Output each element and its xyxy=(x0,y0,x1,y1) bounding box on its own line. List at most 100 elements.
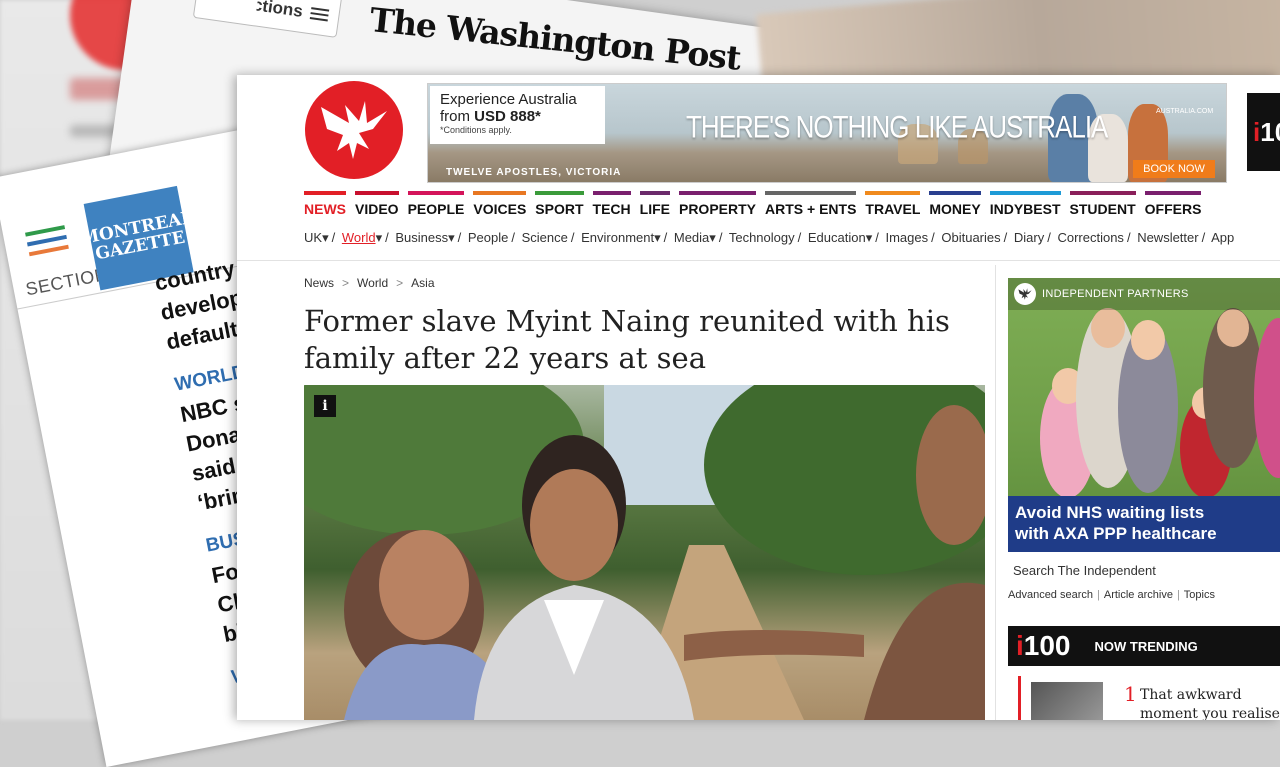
i100-trending-header: i100 NOW TRENDING xyxy=(1008,626,1280,666)
subnav-item-app[interactable]: App xyxy=(1211,230,1234,245)
breadcrumb: News > World > Asia xyxy=(304,276,435,290)
search-input[interactable]: Search The Independent xyxy=(1008,561,1280,583)
subnav-item-business[interactable]: Business xyxy=(395,230,448,245)
ad-offer-price: USD 888* xyxy=(474,108,541,125)
nav-item-money[interactable]: MONEY xyxy=(929,191,981,217)
breadcrumb-asia[interactable]: Asia xyxy=(411,276,434,290)
subnav-separator: / xyxy=(570,230,575,245)
subnav-separator: / xyxy=(1201,230,1206,245)
subnav-separator: / xyxy=(331,230,336,245)
hamburger-icon xyxy=(309,4,330,24)
nav-item-offers[interactable]: OFFERS xyxy=(1144,191,1202,217)
nav-item-student[interactable]: STUDENT xyxy=(1069,191,1136,217)
subnav-item-newsletter[interactable]: Newsletter xyxy=(1137,230,1198,245)
nav-item-tech[interactable]: TECH xyxy=(592,191,631,217)
nav-item-sport[interactable]: SPORT xyxy=(535,191,584,217)
trending-title: That awkward moment you realise Donald T… xyxy=(1140,687,1280,720)
sidebar-divider xyxy=(995,265,996,720)
nav-item-arts-ents[interactable]: ARTS + ENTS xyxy=(765,191,857,217)
i100-badge[interactable]: i100 xyxy=(1247,93,1280,171)
breadcrumb-world[interactable]: World xyxy=(357,276,388,290)
link-separator: | xyxy=(1097,589,1100,601)
ad-offer-box: Experience Australia from USD 888* *Cond… xyxy=(430,86,605,144)
subnav-item-people[interactable]: People xyxy=(468,230,508,245)
subnav-item-images[interactable]: Images xyxy=(885,230,928,245)
eagle-icon xyxy=(321,101,387,159)
breadcrumb-separator: > xyxy=(342,276,350,290)
subnav-item-technology[interactable]: Technology xyxy=(729,230,795,245)
nav-item-indybest[interactable]: INDYBEST xyxy=(989,191,1061,217)
nav-item-travel[interactable]: TRAVEL xyxy=(865,191,921,217)
nav-divider xyxy=(237,260,1280,261)
subnav-separator: / xyxy=(1003,230,1008,245)
subnav-item-education[interactable]: Education xyxy=(808,230,866,245)
wapo-sections-label: Sections xyxy=(231,0,305,21)
partners-header: INDEPENDENT PARTNERS xyxy=(1008,278,1280,310)
i100-badge-number: 100 xyxy=(1260,116,1280,147)
independent-eagle-logo[interactable] xyxy=(305,81,403,179)
subnav-separator: / xyxy=(457,230,462,245)
i100-logo-number: 100 xyxy=(1023,630,1071,661)
now-trending-label: NOW TRENDING xyxy=(1094,638,1198,654)
article-headline: Former slave Myint Naing reunited with h… xyxy=(304,304,950,375)
ad-offer-line2: from USD 888* xyxy=(440,108,595,125)
breadcrumb-separator: > xyxy=(396,276,404,290)
nav-item-video[interactable]: VIDEO xyxy=(355,191,399,217)
sections-menu-icon[interactable] xyxy=(25,225,70,262)
sub-nav: UK▾ / World▾ / Business▾ / People / Science /… xyxy=(304,230,1234,246)
subnav-item-science[interactable]: Science xyxy=(522,230,568,245)
chevron-down-icon[interactable]: ▾ xyxy=(322,230,329,245)
i100-logo-i: i xyxy=(1016,630,1024,661)
chevron-down-icon[interactable]: ▾ xyxy=(448,230,455,245)
nav-item-people[interactable]: PEOPLE xyxy=(407,191,465,217)
chevron-down-icon[interactable]: ▾ xyxy=(376,230,383,245)
partners-cta[interactable]: Avoid NHS waiting lists with AXA PPP hea… xyxy=(1008,496,1280,552)
article-archive-link[interactable]: Article archive xyxy=(1104,589,1173,601)
image-info-icon[interactable]: i xyxy=(314,395,336,417)
topics-link[interactable]: Topics xyxy=(1184,589,1215,601)
subnav-item-media[interactable]: Media xyxy=(674,230,709,245)
subnav-separator: / xyxy=(511,230,515,245)
independent-partners-ad[interactable]: INDEPENDENT PARTNERS Avoid NHS waiting l… xyxy=(1008,278,1280,552)
subnav-separator: / xyxy=(875,230,879,245)
hero-photo-illustration xyxy=(304,385,985,720)
ad-slogan: THERE'S NOTHING LIKE AUSTRALIA xyxy=(686,108,1108,145)
breadcrumb-news[interactable]: News xyxy=(304,276,334,290)
australia-ad-banner[interactable]: Experience Australia from USD 888* *Cond… xyxy=(427,83,1227,183)
subnav-item-world[interactable]: World xyxy=(342,230,376,245)
subnav-item-diary[interactable]: Diary xyxy=(1014,230,1044,245)
ad-offer-line1: Experience Australia xyxy=(440,91,577,108)
search-links: Advanced search | Article archive | Topics xyxy=(1008,589,1215,601)
subnav-separator: / xyxy=(797,230,802,245)
trending-rank: 1 xyxy=(1124,682,1137,706)
i100-badge-i: i xyxy=(1253,116,1261,147)
nav-item-property[interactable]: PROPERTY xyxy=(678,191,756,217)
ad-offer-from: from xyxy=(440,108,475,125)
subnav-item-environment[interactable]: Environment xyxy=(581,230,654,245)
partners-cta-line1: Avoid NHS waiting lists xyxy=(1015,503,1205,522)
ad-location-caption: TWELVE APOSTLES, VICTORIA xyxy=(446,167,622,178)
subnav-item-obituaries[interactable]: Obituaries xyxy=(941,230,1000,245)
trending-item[interactable]: 1 That awkward moment you realise Donald… xyxy=(1018,676,1280,720)
ad-book-now-button[interactable]: BOOK NOW xyxy=(1133,160,1215,178)
ad-conditions: *Conditions apply. xyxy=(440,125,512,135)
advanced-search-link[interactable]: Advanced search xyxy=(1008,589,1093,601)
nav-item-life[interactable]: LIFE xyxy=(639,191,670,217)
subnav-separator: / xyxy=(1047,230,1051,245)
nav-item-news[interactable]: NEWS xyxy=(304,191,346,217)
independent-page: Experience Australia from USD 888* *Cond… xyxy=(237,75,1280,720)
i100-logo[interactable]: i100 xyxy=(1016,630,1071,662)
nav-item-voices[interactable]: VOICES xyxy=(473,191,527,217)
ad-site-logo: AUSTRALIA.COM xyxy=(1156,108,1214,115)
subnav-separator: / xyxy=(663,230,668,245)
subnav-item-uk[interactable]: UK xyxy=(304,230,322,245)
trending-thumbnail xyxy=(1031,682,1103,720)
link-separator: | xyxy=(1176,589,1180,601)
article-hero-image[interactable]: i xyxy=(304,385,985,720)
subnav-item-corrections[interactable]: Corrections xyxy=(1057,230,1123,245)
chevron-down-icon[interactable]: ▾ xyxy=(866,230,873,245)
chevron-down-icon[interactable]: ▾ xyxy=(709,230,716,245)
chevron-down-icon[interactable]: ▾ xyxy=(654,230,661,245)
subnav-separator: / xyxy=(718,230,723,245)
subnav-separator: / xyxy=(385,230,389,245)
